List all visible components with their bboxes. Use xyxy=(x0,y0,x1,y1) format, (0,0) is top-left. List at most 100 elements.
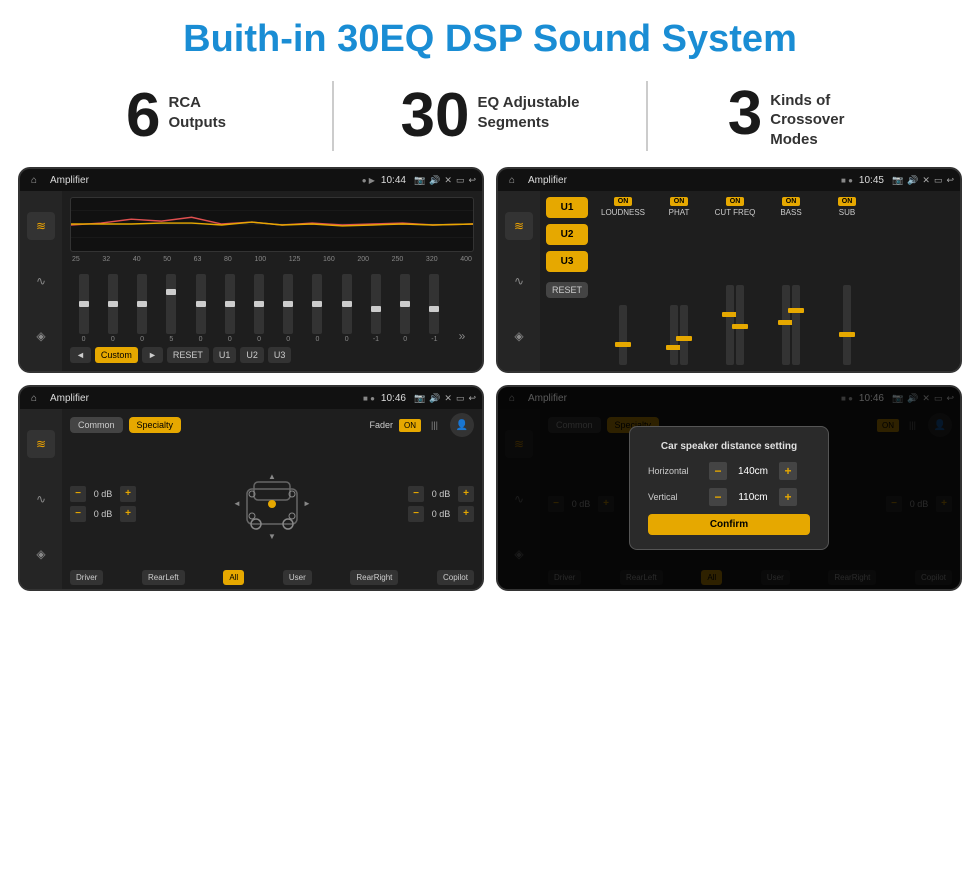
stat-rca-number: 6 xyxy=(126,85,160,147)
phat-slider-f[interactable] xyxy=(680,305,688,365)
db-val-3: 0 dB xyxy=(427,489,455,499)
fader-middle: − 0 dB + − 0 dB + xyxy=(70,441,474,566)
stat-rca-label: RCAOutputs xyxy=(168,85,226,132)
svg-text:▼: ▼ xyxy=(268,532,276,541)
left-sidebar-3: ≋ ∿ ◈ xyxy=(20,409,62,589)
stat-rca: 6 RCAOutputs xyxy=(40,85,312,147)
speaker-icon[interactable]: ◈ xyxy=(27,322,55,350)
wave-icon-3[interactable]: ∿ xyxy=(27,485,55,513)
eq-bottom-bar: ◄ Custom ► RESET U1 U2 U3 xyxy=(70,343,474,365)
screen-eq: ⌂ Amplifier ● ▶ 10:44 📷 🔊 ✕ ▭ ↩ ≋ ∿ ◈ xyxy=(18,167,484,373)
bass-slider-g[interactable] xyxy=(792,285,800,365)
tab-specialty[interactable]: Specialty xyxy=(129,417,182,433)
screen1-time: 10:44 xyxy=(381,175,406,186)
eq-slider-4: 5 xyxy=(166,274,176,343)
fader-on-toggle[interactable]: ON xyxy=(399,419,421,432)
minus-btn-4[interactable]: − xyxy=(408,506,424,522)
reset-button-1[interactable]: RESET xyxy=(167,347,209,363)
eq-slider-1: 0 xyxy=(79,274,89,343)
fader-top: Common Specialty Fader ON ||| 👤 xyxy=(70,413,474,437)
fader-left-controls: − 0 dB + − 0 dB + xyxy=(70,486,136,522)
loudness-col: ON LOUDNESS xyxy=(598,197,648,365)
wave-icon[interactable]: ∿ xyxy=(27,267,55,295)
minus-btn-3[interactable]: − xyxy=(408,486,424,502)
sub-slider[interactable] xyxy=(843,285,851,365)
plus-btn-1[interactable]: + xyxy=(120,486,136,502)
eq-slider-3: 0 xyxy=(137,274,147,343)
reset-button-2[interactable]: RESET xyxy=(546,282,588,298)
tab-common[interactable]: Common xyxy=(70,417,123,433)
phat-slider-g[interactable] xyxy=(670,305,678,365)
bass-slider-f[interactable] xyxy=(782,285,790,365)
screen3-title: Amplifier xyxy=(50,393,89,404)
distance-dialog: Car speaker distance setting Horizontal … xyxy=(629,426,829,550)
sub-col: ON SUB xyxy=(822,197,872,365)
u3-button-2[interactable]: U3 xyxy=(546,251,588,272)
eq-sliders: 0 0 0 xyxy=(70,267,474,343)
screen1-content: ≋ ∿ ◈ xyxy=(20,191,482,371)
driver-btn[interactable]: Driver xyxy=(70,570,103,585)
eq-icon[interactable]: ≋ xyxy=(27,212,55,240)
minus-btn-1[interactable]: − xyxy=(70,486,86,502)
eq-icon-3[interactable]: ≋ xyxy=(27,430,55,458)
u2-button-1[interactable]: U2 xyxy=(240,347,264,363)
horizontal-minus[interactable]: − xyxy=(709,462,727,480)
eq-slider-7: 0 xyxy=(254,274,264,343)
dialog-overlay: Car speaker distance setting Horizontal … xyxy=(498,387,960,589)
speaker-icon-2[interactable]: ◈ xyxy=(505,322,533,350)
page-title: Buith-in 30EQ DSP Sound System xyxy=(0,0,980,71)
custom-button[interactable]: Custom xyxy=(95,347,138,363)
rearright-btn[interactable]: RearRight xyxy=(350,570,398,585)
vertical-plus[interactable]: + xyxy=(779,488,797,506)
confirm-button[interactable]: Confirm xyxy=(648,514,810,535)
plus-btn-3[interactable]: + xyxy=(458,486,474,502)
wave-icon-2[interactable]: ∿ xyxy=(505,267,533,295)
user-btn[interactable]: User xyxy=(283,570,312,585)
screen2-title: Amplifier xyxy=(528,175,567,186)
horizontal-row: Horizontal − 140cm + xyxy=(648,462,810,480)
u2-button-2[interactable]: U2 xyxy=(546,224,588,245)
home-icon-3: ⌂ xyxy=(26,390,42,406)
close-icon-1: ✕ xyxy=(444,175,452,186)
profile-icon[interactable]: 👤 xyxy=(450,413,474,437)
eq-slider-5: 0 xyxy=(196,274,206,343)
speaker-icon-3[interactable]: ◈ xyxy=(27,540,55,568)
window-icon-1: ▭ xyxy=(456,175,465,186)
u1-button-1[interactable]: U1 xyxy=(213,347,237,363)
u1-button-2[interactable]: U1 xyxy=(546,197,588,218)
cutfreq-col: ON CUT FREQ xyxy=(710,197,760,365)
plus-btn-4[interactable]: + xyxy=(458,506,474,522)
db-val-4: 0 dB xyxy=(427,509,455,519)
all-btn[interactable]: All xyxy=(223,570,244,585)
eq-slider-11: -1 xyxy=(371,274,381,343)
play-button[interactable]: ► xyxy=(142,347,163,363)
u3-button-1[interactable]: U3 xyxy=(268,347,292,363)
db-val-1: 0 dB xyxy=(89,489,117,499)
eq-icon-2[interactable]: ≋ xyxy=(505,212,533,240)
stat-eq-number: 30 xyxy=(401,85,470,147)
minus-btn-2[interactable]: − xyxy=(70,506,86,522)
screen-fader: ⌂ Amplifier ■ ● 10:46 📷 🔊 ✕ ▭ ↩ ≋ ∿ ◈ Co… xyxy=(18,385,484,591)
db-row-4: − 0 dB + xyxy=(408,506,474,522)
stats-row: 6 RCAOutputs 30 EQ AdjustableSegments 3 … xyxy=(0,71,980,167)
db-val-2: 0 dB xyxy=(89,509,117,519)
screen3-content: ≋ ∿ ◈ Common Specialty Fader ON ||| 👤 xyxy=(20,409,482,589)
db-row-1: − 0 dB + xyxy=(70,486,136,502)
fader-bottom: Driver RearLeft All User RearRight Copil… xyxy=(70,570,474,585)
prev-button[interactable]: ◄ xyxy=(70,347,91,363)
stat-divider-1 xyxy=(332,81,334,151)
screen-distance: ⌂ Amplifier ■ ● 10:46 📷 🔊 ✕ ▭ ↩ ≋ ∿ ◈ Co… xyxy=(496,385,962,591)
eq-graph xyxy=(70,197,474,252)
cutfreq-slider-g[interactable] xyxy=(736,285,744,365)
rearleft-btn[interactable]: RearLeft xyxy=(142,570,185,585)
screen-crossover: ⌂ Amplifier ■ ● 10:45 📷 🔊 ✕ ▭ ↩ ≋ ∿ ◈ U1… xyxy=(496,167,962,373)
eq-slider-2: 0 xyxy=(108,274,118,343)
expand-arrow[interactable]: » xyxy=(459,329,466,343)
copilot-btn[interactable]: Copilot xyxy=(437,570,474,585)
plus-btn-2[interactable]: + xyxy=(120,506,136,522)
loudness-slider[interactable] xyxy=(619,305,627,365)
stat-crossover: 3 Kinds ofCrossover Modes xyxy=(668,83,940,150)
vertical-minus[interactable]: − xyxy=(709,488,727,506)
eq-slider-12: 0 xyxy=(400,274,410,343)
horizontal-plus[interactable]: + xyxy=(779,462,797,480)
